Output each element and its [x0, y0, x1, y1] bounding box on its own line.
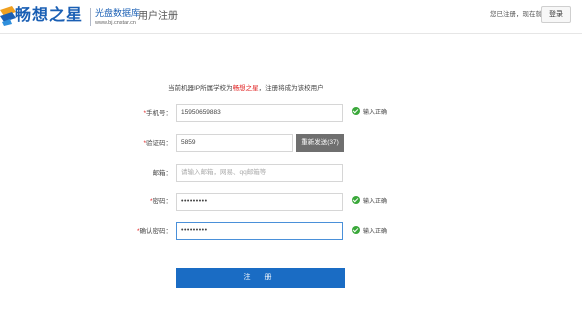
check-circle-icon	[352, 196, 360, 205]
status-text: 输入正确	[363, 199, 388, 205]
phone-label: *手机号：	[112, 109, 172, 119]
logo-divider	[90, 8, 91, 26]
check-circle-icon	[352, 226, 360, 235]
phone-label-text: 手机号：	[146, 110, 172, 117]
password-status: 输入正确	[352, 196, 388, 207]
check-circle-icon	[352, 107, 360, 116]
notice-suffix: ，注册将成为该校用户	[258, 85, 324, 92]
password-label-text: 密码：	[152, 198, 173, 205]
header-bar: 畅想之星 光盘数据库 www.bj.cnstar.cn 用户注册 您已注册，现在…	[0, 0, 582, 34]
logo-icon	[0, 6, 16, 26]
login-button[interactable]: 登录	[541, 6, 571, 23]
password-label: *密码：	[112, 197, 172, 207]
page-title: 用户注册	[138, 11, 178, 22]
register-button[interactable]: 注 册	[176, 268, 345, 288]
resend-code-button[interactable]: 重新发送(37)	[296, 134, 344, 152]
confirm-status: 输入正确	[352, 226, 388, 237]
password-input[interactable]: •••••••••	[176, 193, 343, 211]
notice-prefix: 当前机器IP所属学校为	[168, 85, 233, 92]
code-input[interactable]: 5859	[176, 134, 293, 152]
code-label: *验证码：	[112, 139, 172, 149]
confirm-password-input[interactable]: •••••••••	[176, 222, 343, 240]
confirm-label-text: 确认密码：	[139, 228, 173, 235]
logo-subtitle: 光盘数据库	[95, 8, 141, 18]
status-text: 输入正确	[363, 110, 388, 116]
school-notice: 当前机器IP所属学校为畅想之星，注册将成为该校用户	[168, 84, 324, 94]
login-hint: 您已注册，现在就	[490, 11, 542, 18]
status-text: 输入正确	[363, 229, 388, 235]
logo-text: 畅想之星	[15, 7, 84, 24]
code-label-text: 验证码：	[146, 140, 172, 147]
logo-url: www.bj.cnstar.cn	[95, 20, 136, 26]
phone-status: 输入正确	[352, 107, 388, 118]
phone-input[interactable]: 15950659883	[176, 104, 343, 122]
notice-brand: 畅想之星	[232, 85, 259, 92]
email-label: 邮箱：	[152, 170, 173, 177]
confirm-label: *确认密码：	[112, 227, 172, 237]
email-input[interactable]: 请输入邮箱，网易、qq邮箱等	[176, 164, 343, 182]
